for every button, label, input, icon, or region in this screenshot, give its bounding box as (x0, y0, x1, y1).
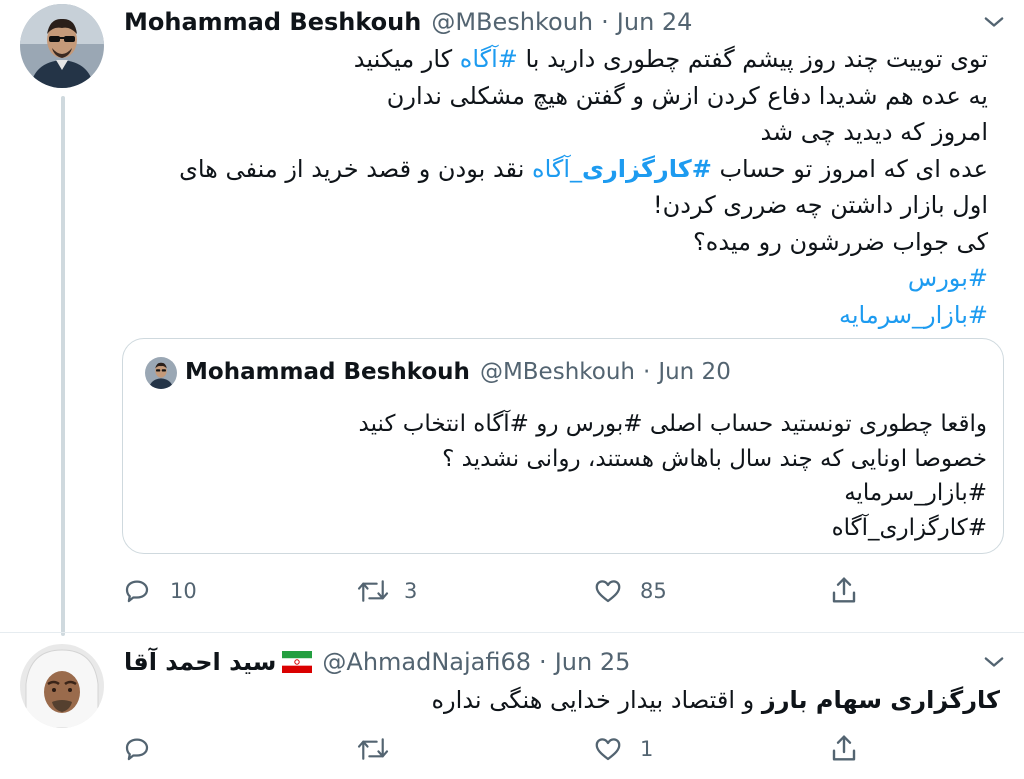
quoted-line: #بازار_سرمایه (844, 480, 987, 506)
reply-bold-text: کارگزاری سهام بارز (761, 686, 1000, 714)
tweet-line: یه عده هم شدیدا دفاع کردن ازش و گفتن هیچ… (128, 78, 988, 115)
tweet-line: #بورس (128, 260, 988, 297)
heart-icon (595, 580, 621, 603)
like-button[interactable]: 85 (592, 576, 667, 606)
thread-connector-line (61, 96, 65, 636)
share-icon (832, 735, 856, 761)
reply-avatar[interactable] (20, 644, 104, 728)
hashtag-link[interactable]: #بورس (908, 264, 988, 292)
reply-button[interactable] (122, 734, 152, 764)
tweet-line: اول بازار داشتن چه ضرری کردن! (128, 187, 988, 224)
quoted-handle: @MBeshkouh (479, 359, 635, 385)
tweet-text: کی جواب ضررشون رو میده؟ (693, 227, 988, 256)
tweet-line: #بازار_سرمایه (128, 297, 988, 334)
tweet-text: توی توییت چند روز پیشم گفتم چطوری دارید … (517, 45, 988, 73)
share-button[interactable] (828, 574, 860, 606)
tweet-text: اول بازار داشتن چه ضرری کردن! (653, 191, 988, 219)
quoted-display-name: Mohammad Beshkouh (185, 359, 470, 385)
retweet-count: 3 (404, 579, 418, 603)
reply-body: کارگزاری سهام بارز و اقتصاد بیدار خدایی … (140, 683, 1000, 717)
divider (0, 632, 1024, 633)
handle[interactable]: @MBeshkouh (431, 8, 593, 36)
like-button[interactable]: 1 (592, 734, 653, 764)
reply-display-name[interactable]: سید احمد آقا (124, 648, 276, 676)
chevron-down-icon (984, 657, 1004, 667)
share-button[interactable] (828, 732, 860, 764)
chevron-down-icon (984, 17, 1004, 27)
tweet-body: توی توییت چند روز پیشم گفتم چطوری دارید … (128, 41, 988, 333)
reply-date[interactable]: Jun 25 (555, 648, 631, 676)
heart-icon (595, 738, 621, 761)
tweet-line: عده ای که امروز تو حساب #کارگزاری_آگاه ن… (128, 151, 988, 188)
reply-header: سید احمد آقا @AhmadNajafi68 · Jun 25 (124, 648, 630, 676)
reply-handle[interactable]: @AhmadNajafi68 (322, 648, 531, 676)
hashtag-link[interactable]: #کارگزاری (582, 155, 712, 183)
quoted-tweet-body: واقعا چطوری تونستید حساب اصلی #بورس رو #… (147, 407, 988, 545)
avatar-photo-icon (20, 644, 104, 728)
like-count: 1 (640, 737, 654, 761)
display-name[interactable]: Mohammad Beshkouh (124, 8, 421, 36)
tweet-text: یه عده هم شدیدا دفاع کردن ازش و گفتن هیچ… (386, 81, 988, 110)
avatar[interactable] (20, 4, 104, 88)
reply-text: و اقتصاد بیدار خدایی هنگی نداره (431, 686, 762, 714)
tweet-line: توی توییت چند روز پیشم گفتم چطوری دارید … (128, 41, 988, 78)
quoted-avatar[interactable] (145, 357, 177, 389)
separator-dot: · (643, 359, 651, 385)
retweet-button[interactable] (356, 734, 390, 764)
avatar-photo-icon (145, 357, 177, 389)
quoted-tweet-card[interactable]: Mohammad Beshkouh @MBeshkouh · Jun 20 وا… (122, 338, 1004, 554)
quoted-tweet-header: Mohammad Beshkouh @MBeshkouh · Jun 20 (185, 359, 731, 385)
tweet-text: کار میکنید (353, 45, 460, 73)
tweet-line: کی جواب ضررشون رو میده؟ (128, 224, 988, 261)
tweet-text: عده ای که امروز تو حساب (711, 154, 988, 183)
hashtag-link[interactable]: #آگاه (460, 45, 518, 73)
more-options-chevron[interactable] (980, 648, 1008, 676)
reply-button[interactable]: 10 (122, 576, 197, 606)
quoted-line: خصوصا اونایی که چند سال باهاش هستند، روا… (442, 445, 987, 472)
hashtag-link[interactable]: _آگاه (532, 155, 582, 183)
tweet-date[interactable]: Jun 24 (617, 8, 693, 36)
retweet-icon (357, 580, 389, 602)
quoted-line: #کارگزاری_آگاه (831, 514, 987, 541)
like-count: 85 (640, 579, 667, 603)
tweet-header: Mohammad Beshkouh @MBeshkouh · Jun 24 (124, 8, 692, 36)
retweet-icon (357, 738, 389, 760)
tweet-text: امروز که دیدید چی شد (760, 118, 988, 146)
separator-dot: · (539, 648, 547, 676)
hashtag-link[interactable]: #بازار_سرمایه (839, 301, 988, 329)
reply-count: 10 (170, 579, 197, 603)
quoted-line: واقعا چطوری تونستید حساب اصلی #بورس رو #… (358, 411, 988, 437)
iran-flag-icon (282, 651, 313, 673)
reply-icon (125, 580, 149, 603)
more-options-chevron[interactable] (980, 8, 1008, 36)
share-icon (832, 577, 856, 603)
separator-dot: · (601, 8, 609, 36)
reply-icon (125, 738, 149, 761)
avatar-photo-icon (20, 4, 104, 88)
quoted-date: Jun 20 (658, 359, 731, 385)
tweet-line: امروز که دیدید چی شد (128, 114, 988, 151)
retweet-button[interactable]: 3 (356, 576, 417, 606)
tweet-text: نقد بودن و قصد خرید از منفی های (179, 154, 532, 183)
